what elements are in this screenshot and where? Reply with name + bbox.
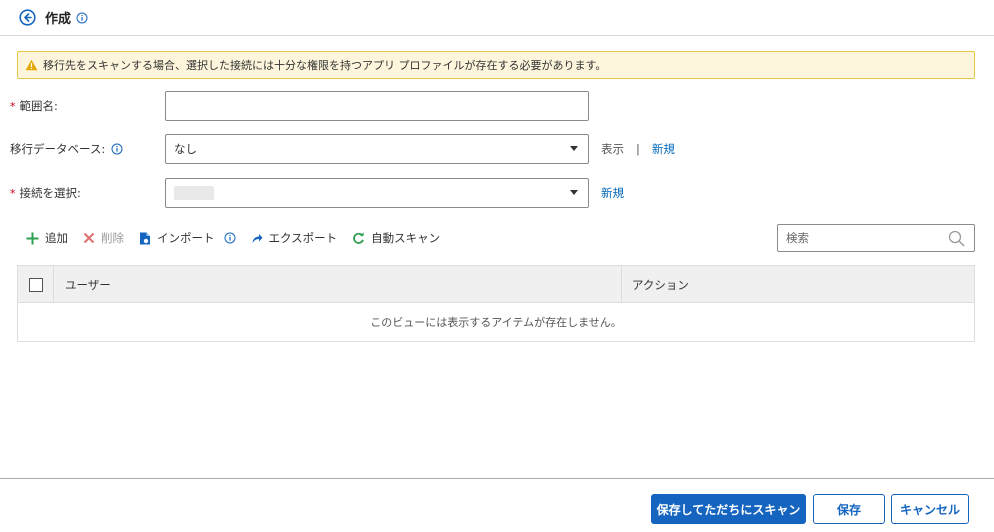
- users-table: ユーザー アクション このビューには表示するアイテムが存在しません。: [17, 265, 975, 342]
- add-button[interactable]: 追加: [26, 230, 68, 246]
- migration-db-select[interactable]: なし: [165, 134, 589, 164]
- new-db-link[interactable]: 新規: [652, 141, 675, 157]
- delete-button[interactable]: 削除: [83, 230, 124, 246]
- migration-db-label-text: 移行データベース:: [10, 142, 106, 156]
- warning-banner: 移行先をスキャンする場合、選択した接続には十分な権限を持つアプリ プロファイルが…: [17, 51, 975, 79]
- delete-x-icon: [83, 232, 95, 244]
- info-icon[interactable]: [76, 12, 88, 24]
- warning-text: 移行先をスキャンする場合、選択した接続には十分な権限を持つアプリ プロファイルが…: [43, 59, 607, 72]
- add-button-label: 追加: [45, 231, 68, 245]
- connection-row: * 接続を選択: 新規: [0, 178, 994, 208]
- page-header: 作成: [0, 0, 994, 36]
- search-input[interactable]: 検索: [777, 224, 975, 252]
- table-header: ユーザー アクション: [18, 266, 974, 303]
- scope-name-label: * 範囲名:: [10, 91, 58, 121]
- export-button[interactable]: エクスポート: [251, 230, 338, 246]
- migration-db-row: 移行データベース: なし 表示 | 新規: [0, 134, 994, 164]
- delete-button-label: 削除: [101, 231, 124, 245]
- connection-select[interactable]: [165, 178, 589, 208]
- required-marker: *: [10, 99, 16, 113]
- cancel-button[interactable]: キャンセル: [891, 494, 969, 524]
- back-arrow-icon[interactable]: [19, 9, 36, 26]
- link-separator: |: [636, 142, 640, 156]
- new-connection-link[interactable]: 新規: [601, 185, 624, 201]
- view-link[interactable]: 表示: [601, 141, 624, 157]
- migration-db-label: 移行データベース:: [10, 134, 123, 164]
- import-button[interactable]: インポート: [139, 230, 215, 246]
- connection-links: 新規: [601, 178, 624, 208]
- info-icon[interactable]: [111, 143, 123, 155]
- scope-name-row: * 範囲名:: [0, 91, 994, 121]
- toolbar: 追加 削除 インポート エクスポート 自動スキャン: [26, 226, 455, 250]
- dropdown-arrow-icon: [570, 190, 578, 195]
- redacted-connection-value: [174, 186, 214, 200]
- import-file-icon: [139, 232, 151, 245]
- auto-scan-button-label: 自動スキャン: [371, 231, 441, 245]
- page-title: 作成: [45, 12, 72, 27]
- warning-icon: [25, 59, 38, 71]
- save-button[interactable]: 保存: [813, 494, 885, 524]
- auto-scan-button[interactable]: 自動スキャン: [352, 230, 440, 246]
- connection-label-text: 接続を選択:: [19, 186, 81, 200]
- search-placeholder: 検索: [786, 231, 809, 245]
- connection-label: * 接続を選択:: [10, 178, 81, 208]
- required-marker: *: [10, 186, 16, 200]
- migration-db-links: 表示 | 新規: [601, 134, 675, 164]
- plus-icon: [26, 232, 39, 245]
- footer-bar: 保存してただちにスキャン 保存 キャンセル: [0, 478, 994, 532]
- scope-name-label-text: 範囲名:: [19, 99, 58, 113]
- export-arrow-icon: [251, 232, 263, 244]
- save-and-scan-button[interactable]: 保存してただちにスキャン: [651, 494, 806, 524]
- migration-db-selected-value: なし: [174, 142, 197, 156]
- empty-table-message: このビューには表示するアイテムが存在しません。: [370, 316, 622, 329]
- scope-name-input[interactable]: [165, 91, 589, 121]
- select-all-checkbox[interactable]: [29, 278, 43, 292]
- info-icon[interactable]: [224, 232, 236, 244]
- column-divider: [53, 266, 54, 303]
- dropdown-arrow-icon: [570, 146, 578, 151]
- column-divider: [621, 266, 622, 303]
- import-button-label: インポート: [157, 231, 215, 245]
- export-button-label: エクスポート: [268, 231, 338, 245]
- column-header-action[interactable]: アクション: [632, 266, 689, 303]
- search-icon[interactable]: [948, 230, 965, 250]
- column-header-user[interactable]: ユーザー: [65, 266, 111, 303]
- refresh-icon: [352, 231, 365, 245]
